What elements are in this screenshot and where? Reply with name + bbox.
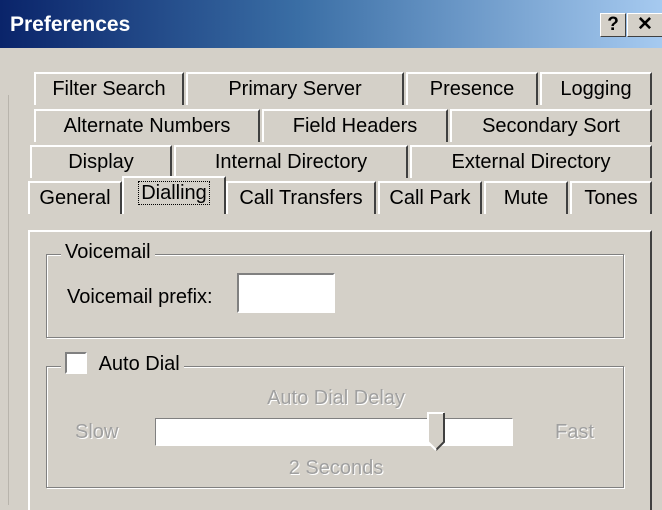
auto-dial-checkbox[interactable] — [65, 351, 87, 374]
tab-alternate-numbers[interactable]: Alternate Numbers — [34, 109, 260, 142]
tab-presence[interactable]: Presence — [406, 72, 538, 105]
slow-label: Slow — [75, 421, 119, 443]
tab-tones[interactable]: Tones — [570, 181, 652, 214]
tab-dialling[interactable]: Dialling — [122, 176, 226, 214]
tab-mute[interactable]: Mute — [484, 181, 568, 214]
help-button[interactable]: ? — [600, 13, 626, 37]
tab-field-headers[interactable]: Field Headers — [262, 109, 448, 142]
voicemail-prefix-label: Voicemail prefix: — [67, 286, 213, 308]
voicemail-group: Voicemail Voicemail prefix: — [46, 241, 624, 338]
tab-primary-server[interactable]: Primary Server — [186, 72, 404, 105]
auto-dial-delay-slider[interactable] — [155, 418, 513, 446]
tab-call-transfers[interactable]: Call Transfers — [226, 181, 376, 214]
window-edge — [8, 95, 9, 505]
close-button[interactable]: ✕ — [627, 13, 662, 37]
title-bar: Preferences ? ✕ — [0, 0, 662, 48]
tab-internal-directory[interactable]: Internal Directory — [174, 145, 408, 178]
tab-general[interactable]: General — [28, 181, 122, 214]
auto-dial-group: Auto Dial Auto Dial Delay Slow Fast 2 Se… — [46, 351, 624, 488]
fast-label: Fast — [555, 421, 594, 443]
voicemail-group-label: Voicemail — [61, 241, 155, 264]
slider-thumb[interactable] — [427, 412, 447, 452]
tab-secondary-sort[interactable]: Secondary Sort — [450, 109, 652, 142]
tab-filter-search[interactable]: Filter Search — [34, 72, 184, 105]
auto-dial-label: Auto Dial — [98, 353, 180, 375]
auto-dial-delay-value: 2 Seconds — [288, 457, 384, 479]
dialling-panel: Voicemail Voicemail prefix: Auto Dial Au… — [28, 230, 652, 510]
tab-display[interactable]: Display — [30, 145, 172, 178]
tab-call-park[interactable]: Call Park — [378, 181, 482, 214]
tab-logging[interactable]: Logging — [540, 72, 652, 105]
tab-dialling-label: Dialling — [138, 181, 210, 205]
auto-dial-delay-label: Auto Dial Delay — [267, 387, 405, 409]
voicemail-prefix-input[interactable] — [237, 273, 335, 313]
auto-dial-legend: Auto Dial — [61, 351, 184, 376]
window-title: Preferences — [10, 13, 131, 36]
tab-external-directory[interactable]: External Directory — [410, 145, 652, 178]
